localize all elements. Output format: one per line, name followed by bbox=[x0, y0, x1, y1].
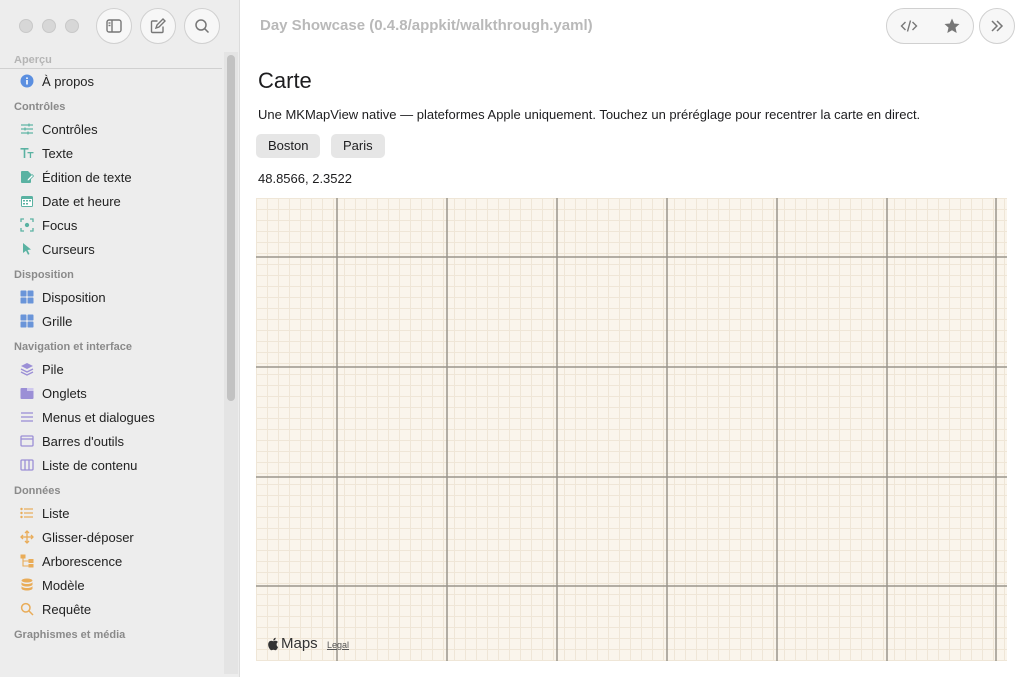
database-icon bbox=[20, 578, 34, 592]
window-title: Day Showcase (0.4.8/appkit/walkthrough.y… bbox=[260, 17, 593, 34]
source-code-button[interactable] bbox=[900, 17, 918, 35]
sidebar-item-label: Disposition bbox=[42, 289, 106, 305]
sidebar-item-label: Édition de texte bbox=[42, 169, 132, 185]
columns-icon bbox=[20, 458, 34, 472]
sidebar-item-label: Liste de contenu bbox=[42, 457, 138, 473]
search-icon bbox=[195, 19, 210, 34]
chevron-double-right-icon bbox=[991, 20, 1004, 32]
sidebar-item-disposition[interactable]: Disposition bbox=[0, 285, 224, 309]
section-header-apercu: Aperçu bbox=[14, 56, 52, 66]
search-button[interactable] bbox=[184, 8, 220, 44]
section-header: Données bbox=[14, 485, 61, 497]
toggle-sidebar-button[interactable] bbox=[96, 8, 132, 44]
cursor-icon bbox=[20, 242, 34, 256]
toolbar-icon bbox=[20, 434, 34, 448]
text-icon bbox=[20, 146, 34, 160]
app-window: Aperçu À propos Contrôles Contrôles Texte É… bbox=[0, 0, 1024, 677]
search-icon bbox=[20, 602, 34, 616]
coordinates-readout: 48.8566, 2.3522 bbox=[258, 171, 352, 186]
sidebar-item-label: Contrôles bbox=[42, 121, 98, 137]
map-grid-lines bbox=[256, 198, 1007, 661]
sidebar-item-focus[interactable]: Focus bbox=[0, 213, 224, 237]
list-icon bbox=[20, 506, 34, 520]
apple-logo-icon bbox=[268, 637, 278, 650]
sidebar-item-label: Requête bbox=[42, 601, 92, 617]
sidebar-scrollbar[interactable] bbox=[224, 52, 238, 674]
page-description: Une MKMapView native — plateformes Apple… bbox=[258, 107, 921, 122]
edit-doc-icon bbox=[20, 170, 34, 184]
preset-button-boston[interactable]: Boston bbox=[256, 134, 321, 158]
next-button[interactable] bbox=[979, 8, 1015, 44]
sidebar-icon bbox=[106, 19, 122, 33]
stack-icon bbox=[20, 362, 34, 376]
legal-link[interactable]: Legal bbox=[327, 640, 349, 650]
sidebar-item-label: Glisser-déposer bbox=[42, 529, 134, 545]
sidebar-item-liste[interactable]: Liste bbox=[0, 501, 224, 525]
compose-icon bbox=[150, 18, 166, 34]
section-header-graphics: Graphismes et média bbox=[14, 629, 126, 641]
sidebar-item-date-et-heure[interactable]: Date et heure bbox=[0, 189, 224, 213]
sidebar-item-label: Barres d'outils bbox=[42, 433, 124, 449]
section-header: Contrôles bbox=[14, 101, 66, 113]
star-icon bbox=[944, 18, 959, 33]
scrollbar-thumb[interactable] bbox=[227, 55, 235, 401]
section-header: Navigation et interface bbox=[14, 341, 132, 353]
sidebar: Aperçu À propos Contrôles Contrôles Texte É… bbox=[0, 0, 240, 677]
sidebar-item-label: Onglets bbox=[42, 385, 87, 401]
tabs-icon bbox=[20, 386, 34, 400]
compose-button[interactable] bbox=[140, 8, 176, 44]
sidebar-item-grille[interactable]: Grille bbox=[0, 309, 224, 333]
sidebar-item-label: Arborescence bbox=[42, 553, 123, 569]
move-icon bbox=[20, 530, 34, 544]
sidebar-item-label: Pile bbox=[42, 361, 64, 377]
calendar-icon bbox=[20, 194, 34, 208]
minimize-window-button[interactable] bbox=[42, 19, 56, 33]
sidebar-item-about[interactable]: À propos bbox=[0, 69, 224, 93]
section-header-partial: Aperçu bbox=[0, 56, 222, 69]
sidebar-item-glisser-déposer[interactable]: Glisser-déposer bbox=[0, 525, 224, 549]
sidebar-item-label: Date et heure bbox=[42, 193, 121, 209]
maps-logo: Maps bbox=[266, 635, 318, 652]
page-title: Carte bbox=[258, 68, 312, 93]
sidebar-item-barres-d-outils[interactable]: Barres d'outils bbox=[0, 429, 224, 453]
sidebar-item-label: Grille bbox=[42, 313, 73, 329]
sidebar-item-label: Modèle bbox=[42, 577, 85, 593]
sidebar-item-édition-de-texte[interactable]: Édition de texte bbox=[0, 165, 224, 189]
sliders-icon bbox=[20, 122, 34, 136]
sidebar-item-label: Texte bbox=[42, 145, 74, 161]
preset-button-paris[interactable]: Paris bbox=[331, 134, 385, 158]
close-window-button[interactable] bbox=[19, 19, 33, 33]
sidebar-item-label: Menus et dialogues bbox=[42, 409, 155, 425]
sidebar-item-menus-et-dialogues[interactable]: Menus et dialogues bbox=[0, 405, 224, 429]
sidebar-item-label: Focus bbox=[42, 217, 78, 233]
sidebar-item-arborescence[interactable]: Arborescence bbox=[0, 549, 224, 573]
code-icon bbox=[900, 20, 917, 32]
layout-icon bbox=[20, 290, 34, 304]
grid-icon bbox=[20, 314, 34, 328]
map-view[interactable]: Maps Legal bbox=[256, 198, 1007, 661]
maps-logo-text: Maps bbox=[281, 635, 318, 652]
favorite-button[interactable] bbox=[943, 17, 961, 35]
section-header: Disposition bbox=[14, 269, 74, 281]
tree-icon bbox=[20, 554, 34, 568]
sidebar-item-texte[interactable]: Texte bbox=[0, 141, 224, 165]
sidebar-item-requête[interactable]: Requête bbox=[0, 597, 224, 621]
sidebar-item-modèle[interactable]: Modèle bbox=[0, 573, 224, 597]
sidebar-item-label: Liste bbox=[42, 505, 70, 521]
toolbar-group bbox=[886, 8, 974, 44]
sidebar-item-contrôles[interactable]: Contrôles bbox=[0, 117, 224, 141]
window-controls bbox=[19, 19, 79, 33]
zoom-window-button[interactable] bbox=[65, 19, 79, 33]
info-icon bbox=[20, 74, 34, 88]
sidebar-list[interactable]: Aperçu À propos Contrôles Contrôles Texte É… bbox=[0, 56, 224, 677]
sidebar-item-pile[interactable]: Pile bbox=[0, 357, 224, 381]
sidebar-item-label: À propos bbox=[42, 73, 95, 89]
focus-icon bbox=[20, 218, 34, 232]
sidebar-item-onglets[interactable]: Onglets bbox=[0, 381, 224, 405]
sidebar-item-label: Curseurs bbox=[42, 241, 95, 257]
sidebar-item-curseurs[interactable]: Curseurs bbox=[0, 237, 224, 261]
sidebar-item-liste-de-contenu[interactable]: Liste de contenu bbox=[0, 453, 224, 477]
menu-icon bbox=[20, 410, 34, 424]
